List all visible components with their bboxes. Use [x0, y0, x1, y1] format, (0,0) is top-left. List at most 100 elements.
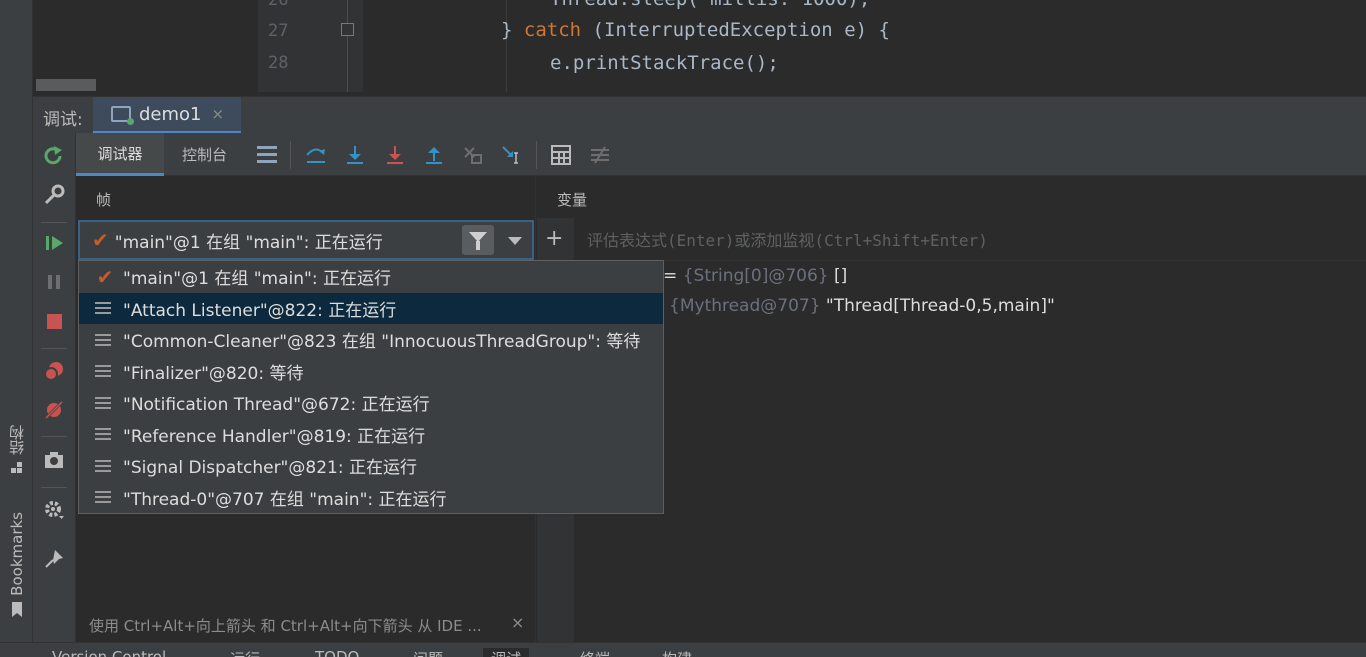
run-config-tab[interactable]: demo1 × [93, 97, 241, 134]
toolbar-separator [290, 141, 291, 169]
stop-icon[interactable] [43, 310, 65, 332]
thread-list-item[interactable]: "Common-Cleaner"@823 在组 "InnocuousThread… [79, 324, 663, 356]
close-icon[interactable]: × [212, 105, 225, 123]
pin-icon[interactable] [43, 548, 65, 570]
tool-tab-build[interactable]: 构建 [662, 648, 692, 657]
line-number: 28 [268, 53, 289, 73]
camera-icon[interactable] [43, 449, 65, 471]
thread-selector-combo[interactable]: ✔ "main"@1 在组 "main": 正在运行 [78, 220, 534, 260]
indent-guide [506, 0, 507, 92]
thread-label: "Thread-0"@707 在组 "main": 正在运行 [123, 489, 447, 510]
filter-icon[interactable] [462, 225, 494, 255]
bookmarks-tool-tab[interactable]: Bookmarks [0, 512, 33, 617]
debug-action-bar [33, 133, 76, 642]
settings-gear-icon[interactable] [43, 499, 65, 521]
structure-tab-label: 结构 [8, 425, 26, 455]
code-line: Thread.sleep( millis: 1000); [550, 0, 870, 10]
thread-icon [95, 491, 111, 504]
left-tool-stripe: 结构 Bookmarks [0, 0, 33, 642]
debug-window-title: 调试: [43, 110, 83, 130]
tool-tab-run[interactable]: 运行 [230, 648, 260, 657]
horizontal-scrollbar[interactable] [36, 79, 96, 91]
tool-tab-problems[interactable]: 问题 [413, 648, 443, 657]
code-line: e.printStackTrace(); [550, 52, 779, 74]
debug-toolbar: 调试器 控制台 [76, 133, 1366, 176]
variable-type: {Mythread@707} [669, 296, 821, 316]
thread-list-item[interactable]: "Notification Thread"@672: 正在运行 [79, 387, 663, 419]
frames-hint-text: 使用 Ctrl+Alt+向上箭头 和 Ctrl+Alt+向下箭头 从 IDE .… [89, 617, 482, 635]
structure-tool-tab[interactable]: 结构 [0, 425, 33, 473]
thread-label: "Signal Dispatcher"@821: 正在运行 [123, 458, 417, 479]
variable-type: {String[0]@706} [682, 266, 829, 286]
fold-guide [347, 0, 348, 92]
rerun-icon[interactable] [43, 145, 65, 167]
variable-value: "Thread[Thread-0,5,main]" [820, 296, 1055, 316]
current-thread-check-icon: ✔ [96, 264, 114, 289]
thread-label: "Reference Handler"@819: 正在运行 [123, 426, 426, 447]
toolbar-separator [536, 141, 537, 169]
thread-label: "Common-Cleaner"@823 在组 "InnocuousThread… [123, 332, 641, 353]
step-out-icon[interactable] [423, 145, 445, 165]
thread-icon [95, 396, 111, 409]
current-thread-check-icon: ✔ [92, 228, 109, 252]
bottom-tool-bar: Version Control 运行 TODO 问题 调试 终端 构建 [0, 642, 1366, 657]
line-number: 27 [268, 21, 289, 41]
bookmarks-tab-label: Bookmarks [7, 512, 26, 596]
tool-tab-terminal[interactable]: 终端 [580, 648, 610, 657]
code-keyword: catch [523, 19, 582, 41]
step-into-icon[interactable] [344, 145, 366, 165]
thread-label: "main"@1 在组 "main": 正在运行 [123, 269, 391, 290]
thread-list-item[interactable]: "Reference Handler"@819: 正在运行 [79, 419, 663, 451]
variable-row[interactable]: {Mythread@707} "Thread[Thread-0,5,main]" [669, 296, 1055, 316]
frames-panel-title: 帧 [96, 191, 112, 209]
thread-list-item[interactable]: "Thread-0"@707 在组 "main": 正在运行 [79, 482, 663, 514]
tool-tab-debug[interactable]: 调试 [483, 648, 530, 657]
action-separator [41, 222, 67, 223]
pause-icon[interactable] [43, 271, 65, 293]
thread-list-item[interactable]: "Attach Listener"@822: 正在运行 [79, 292, 663, 324]
thread-list-item[interactable]: ✔ "main"@1 在组 "main": 正在运行 [79, 261, 663, 293]
action-separator [41, 348, 67, 349]
thread-label: "Finalizer"@820: 等待 [123, 363, 304, 384]
tool-tab-todo[interactable]: TODO [315, 648, 359, 657]
resume-icon[interactable] [43, 232, 65, 254]
code-text: (InterruptedException e) { [581, 19, 890, 41]
mute-breakpoints-icon[interactable] [43, 399, 65, 421]
drop-frame-icon[interactable] [462, 145, 484, 165]
thread-dropdown-list: ✔ "main"@1 在组 "main": 正在运行 "Attach Liste… [78, 260, 664, 514]
trace-stream-icon[interactable] [589, 145, 611, 165]
fold-marker[interactable] [341, 23, 354, 36]
action-separator [41, 436, 67, 437]
layout-menu-icon[interactable] [256, 145, 278, 165]
chevron-down-icon[interactable] [508, 237, 522, 245]
thread-selector-value: "main"@1 在组 "main": 正在运行 [114, 232, 383, 253]
variable-row[interactable]: gs = {String[0]@706} [] [638, 266, 847, 286]
debug-tool-window-header: 调试: demo1 × [33, 96, 1366, 134]
code-editor[interactable]: 26 27 28 Thread.sleep( millis: 1000); } … [33, 0, 1366, 92]
tab-console[interactable]: 控制台 [182, 133, 227, 176]
thread-icon [95, 459, 111, 472]
code-brace: } [501, 19, 524, 41]
variables-panel-title: 变量 [557, 191, 588, 209]
tool-tab-version-control[interactable]: Version Control [52, 648, 166, 657]
line-number: 26 [268, 0, 289, 10]
watch-expression-input[interactable]: 评估表达式(Enter)或添加监视(Ctrl+Shift+Enter) [574, 218, 1366, 261]
structure-icon [10, 459, 23, 473]
thread-icon [95, 365, 111, 378]
view-breakpoints-icon[interactable] [43, 360, 65, 382]
code-line: } catch (InterruptedException e) { [501, 19, 890, 41]
tab-debugger[interactable]: 调试器 [76, 133, 164, 176]
thread-list-item[interactable]: "Finalizer"@820: 等待 [79, 356, 663, 388]
thread-icon [95, 302, 111, 315]
force-step-into-icon[interactable] [384, 145, 406, 165]
evaluate-expression-icon[interactable] [550, 145, 572, 165]
thread-list-item[interactable]: "Signal Dispatcher"@821: 正在运行 [79, 450, 663, 482]
thread-icon [95, 333, 111, 346]
modify-config-icon[interactable] [43, 184, 65, 206]
run-config-icon [111, 106, 134, 125]
variable-value: [] [828, 266, 848, 286]
add-watch-icon[interactable]: + [545, 226, 563, 251]
close-icon[interactable]: × [511, 613, 524, 632]
step-over-icon[interactable] [305, 145, 327, 165]
run-to-cursor-icon[interactable] [501, 145, 523, 165]
